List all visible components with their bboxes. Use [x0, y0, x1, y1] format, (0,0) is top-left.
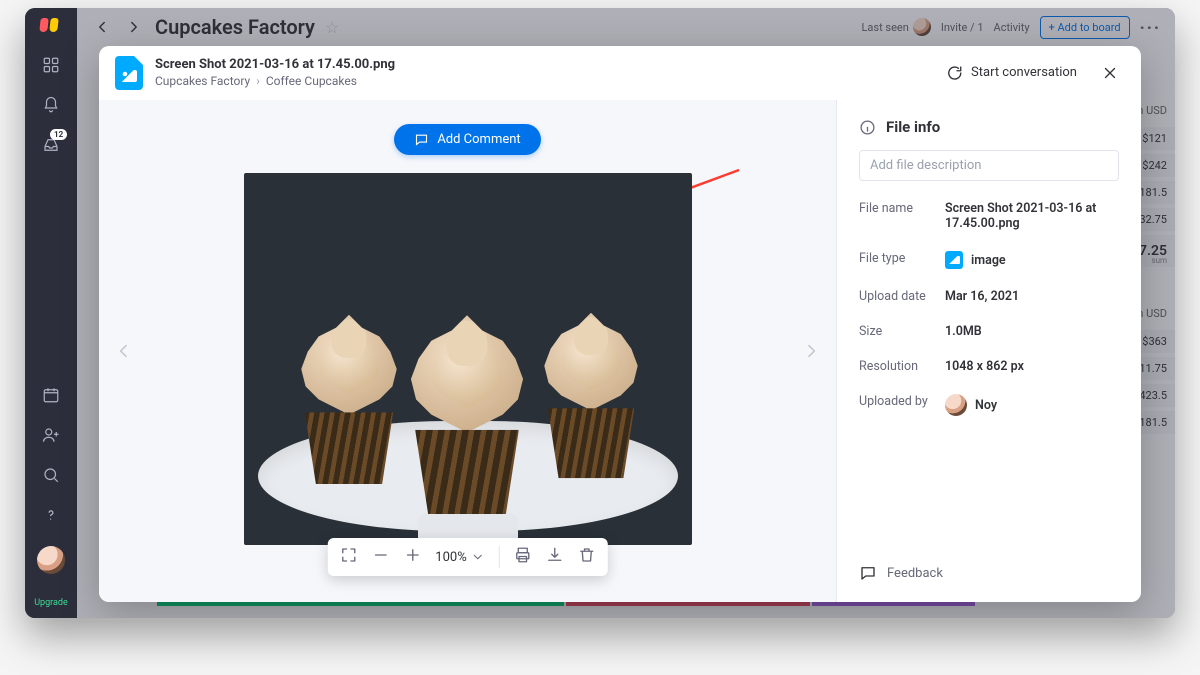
print-icon[interactable] [514, 546, 532, 568]
fit-screen-icon[interactable] [339, 546, 357, 568]
modal-header: Screen Shot 2021-03-16 at 17.45.00.png C… [99, 46, 1141, 100]
download-icon[interactable] [546, 546, 564, 568]
file-type-icon [115, 56, 143, 90]
image-type-icon [945, 251, 963, 269]
start-conversation-button[interactable]: Start conversation [945, 64, 1077, 82]
notifications-icon[interactable] [42, 96, 60, 118]
image-preview[interactable] [244, 173, 692, 545]
label-uploaddate: Upload date [859, 289, 945, 304]
feedback-button[interactable]: Feedback [859, 556, 1119, 590]
inbox-icon[interactable]: 12 [42, 136, 60, 158]
my-week-icon[interactable] [42, 386, 60, 408]
zoom-out-icon[interactable] [371, 546, 389, 568]
file-name-title: Screen Shot 2021-03-16 at 17.45.00.png [155, 57, 395, 72]
preview-pane: Add Comment 100 [99, 100, 836, 602]
upgrade-link[interactable]: Upgrade [34, 598, 68, 608]
label-filetype: File type [859, 251, 945, 269]
close-button[interactable] [1099, 62, 1121, 84]
help-icon[interactable] [42, 506, 60, 528]
app-logo [40, 16, 62, 38]
uploader-avatar [945, 394, 967, 416]
file-description-input[interactable] [859, 150, 1119, 181]
breadcrumb-item[interactable]: Coffee Cupcakes [266, 74, 357, 88]
breadcrumb: Cupcakes Factory › Coffee Cupcakes [155, 74, 395, 88]
value-filetype: image [971, 253, 1006, 268]
zoom-level[interactable]: 100% [435, 550, 484, 565]
label-size: Size [859, 324, 945, 339]
invite-icon[interactable] [42, 426, 60, 448]
file-info-panel: File info File nameScreen Shot 2021-03-1… [836, 100, 1141, 602]
search-icon[interactable] [42, 466, 60, 488]
value-uploadedby: Noy [975, 398, 997, 413]
zoom-in-icon[interactable] [403, 546, 421, 568]
delete-icon[interactable] [578, 546, 596, 568]
value-resolution: 1048 x 862 px [945, 359, 1024, 374]
prev-file-button[interactable] [109, 336, 139, 366]
preview-toolbar: 100% [327, 538, 607, 576]
app-window: 12 Upgrade Cupcakes Factory ☆ Last seen … [25, 8, 1175, 618]
value-size: 1.0MB [945, 324, 982, 339]
left-sidebar: 12 Upgrade [25, 8, 77, 618]
profile-avatar[interactable] [37, 546, 65, 574]
workspaces-icon[interactable] [42, 56, 60, 78]
value-uploaddate: Mar 16, 2021 [945, 289, 1019, 304]
label-resolution: Resolution [859, 359, 945, 374]
breadcrumb-board[interactable]: Cupcakes Factory [155, 74, 250, 88]
value-filename: Screen Shot 2021-03-16 at 17.45.00.png [945, 201, 1119, 231]
inbox-badge: 12 [50, 129, 67, 140]
next-file-button[interactable] [796, 336, 826, 366]
chevron-right-icon: › [256, 74, 260, 88]
file-info-heading: File info [859, 118, 1119, 136]
label-filename: File name [859, 201, 945, 231]
label-uploadedby: Uploaded by [859, 394, 945, 416]
file-preview-modal: Screen Shot 2021-03-16 at 17.45.00.png C… [99, 46, 1141, 602]
add-comment-button[interactable]: Add Comment [394, 124, 540, 155]
